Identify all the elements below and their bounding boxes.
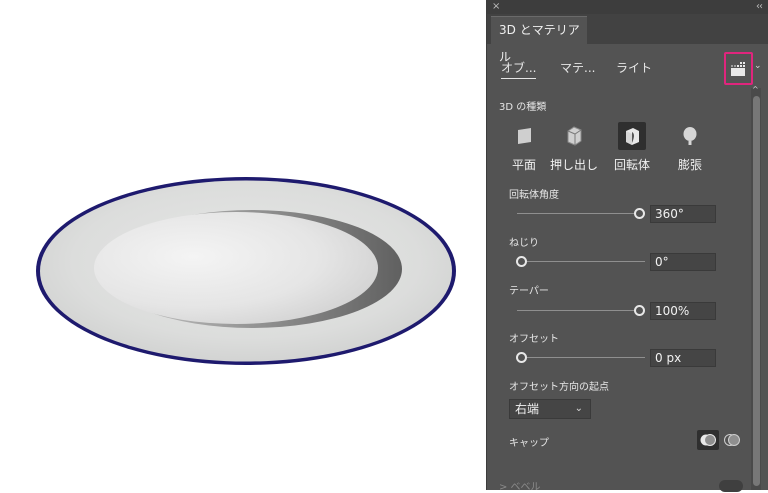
artboard-canvas[interactable] bbox=[0, 0, 486, 490]
cap-off-button[interactable] bbox=[721, 430, 743, 450]
panel-tab-3d-materials[interactable]: 3D とマテリアル bbox=[491, 16, 587, 64]
3d-materials-panel: × ‹‹ 3D とマテリアル オブ... マテ... ライト ⌄ 3D の種類 … bbox=[486, 0, 768, 493]
panel-tabbar: 3D とマテリアル bbox=[487, 14, 768, 64]
offset-field[interactable]: 0 px bbox=[650, 349, 716, 367]
taper-label: テーパー bbox=[509, 286, 549, 297]
bevel-toggle[interactable] bbox=[719, 480, 743, 492]
bevel-section-header[interactable]: > ベベル bbox=[499, 478, 541, 493]
close-icon[interactable]: × bbox=[492, 1, 500, 12]
twist-slider-knob[interactable] bbox=[516, 256, 527, 267]
type-extrude-button[interactable]: 押し出し bbox=[549, 122, 599, 174]
offset-slider-knob[interactable] bbox=[516, 352, 527, 363]
revolve-angle-field[interactable]: 360° bbox=[650, 205, 716, 223]
twist-slider-track[interactable] bbox=[527, 261, 645, 262]
offset-origin-value: 右端 bbox=[515, 402, 540, 416]
plate-well bbox=[94, 212, 378, 324]
revolve-icon bbox=[618, 122, 646, 150]
inflate-icon bbox=[676, 122, 704, 150]
tab-materials[interactable]: マテ... bbox=[560, 59, 595, 76]
panel-scrollbar[interactable]: ^ bbox=[751, 85, 761, 490]
render-button[interactable] bbox=[724, 52, 753, 85]
cap-off-icon bbox=[724, 434, 740, 446]
cap-on-button[interactable] bbox=[697, 430, 719, 450]
twist-label: ねじり bbox=[509, 238, 539, 249]
chevron-down-icon: ⌄ bbox=[574, 403, 583, 414]
taper-slider-track[interactable] bbox=[517, 310, 637, 311]
tab-object[interactable]: オブ... bbox=[501, 59, 537, 79]
taper-slider-knob[interactable] bbox=[634, 305, 645, 316]
scrollbar-thumb[interactable] bbox=[753, 96, 760, 486]
render-grid-icon bbox=[731, 62, 745, 76]
offset-origin-dropdown[interactable]: 右端 ⌄ bbox=[509, 399, 591, 419]
cap-label: キャップ bbox=[509, 438, 549, 449]
twist-field[interactable]: 0° bbox=[650, 253, 716, 271]
offset-origin-label: オフセット方向の起点 bbox=[509, 382, 609, 393]
plate-artwork[interactable] bbox=[0, 0, 486, 490]
type-extrude-label: 押し出し bbox=[549, 158, 598, 172]
cap-on-icon bbox=[700, 434, 716, 446]
type-section-heading: 3D の種類 bbox=[499, 102, 547, 113]
offset-label: オフセット bbox=[509, 334, 559, 345]
panel-titlebar: × ‹‹ bbox=[487, 0, 768, 14]
extrude-icon bbox=[560, 122, 588, 150]
tab-lighting[interactable]: ライト bbox=[616, 59, 652, 76]
render-options-chevron-icon[interactable]: ⌄ bbox=[754, 61, 762, 71]
taper-field[interactable]: 100% bbox=[650, 302, 716, 320]
revolve-angle-slider-track[interactable] bbox=[517, 213, 637, 214]
type-plane-button[interactable]: 平面 bbox=[499, 122, 549, 174]
type-inflate-button[interactable]: 膨張 bbox=[665, 122, 715, 174]
type-plane-label: 平面 bbox=[511, 158, 536, 172]
revolve-angle-slider-knob[interactable] bbox=[634, 208, 645, 219]
type-revolve-label: 回転体 bbox=[613, 158, 650, 172]
plane-icon bbox=[510, 122, 538, 150]
revolve-angle-label: 回転体角度 bbox=[509, 190, 559, 201]
scroll-up-icon[interactable]: ^ bbox=[752, 85, 759, 94]
type-inflate-label: 膨張 bbox=[677, 158, 702, 172]
type-revolve-button[interactable]: 回転体 bbox=[607, 122, 657, 174]
collapse-panel-icon[interactable]: ‹‹ bbox=[756, 1, 763, 12]
offset-slider-track[interactable] bbox=[527, 357, 645, 358]
